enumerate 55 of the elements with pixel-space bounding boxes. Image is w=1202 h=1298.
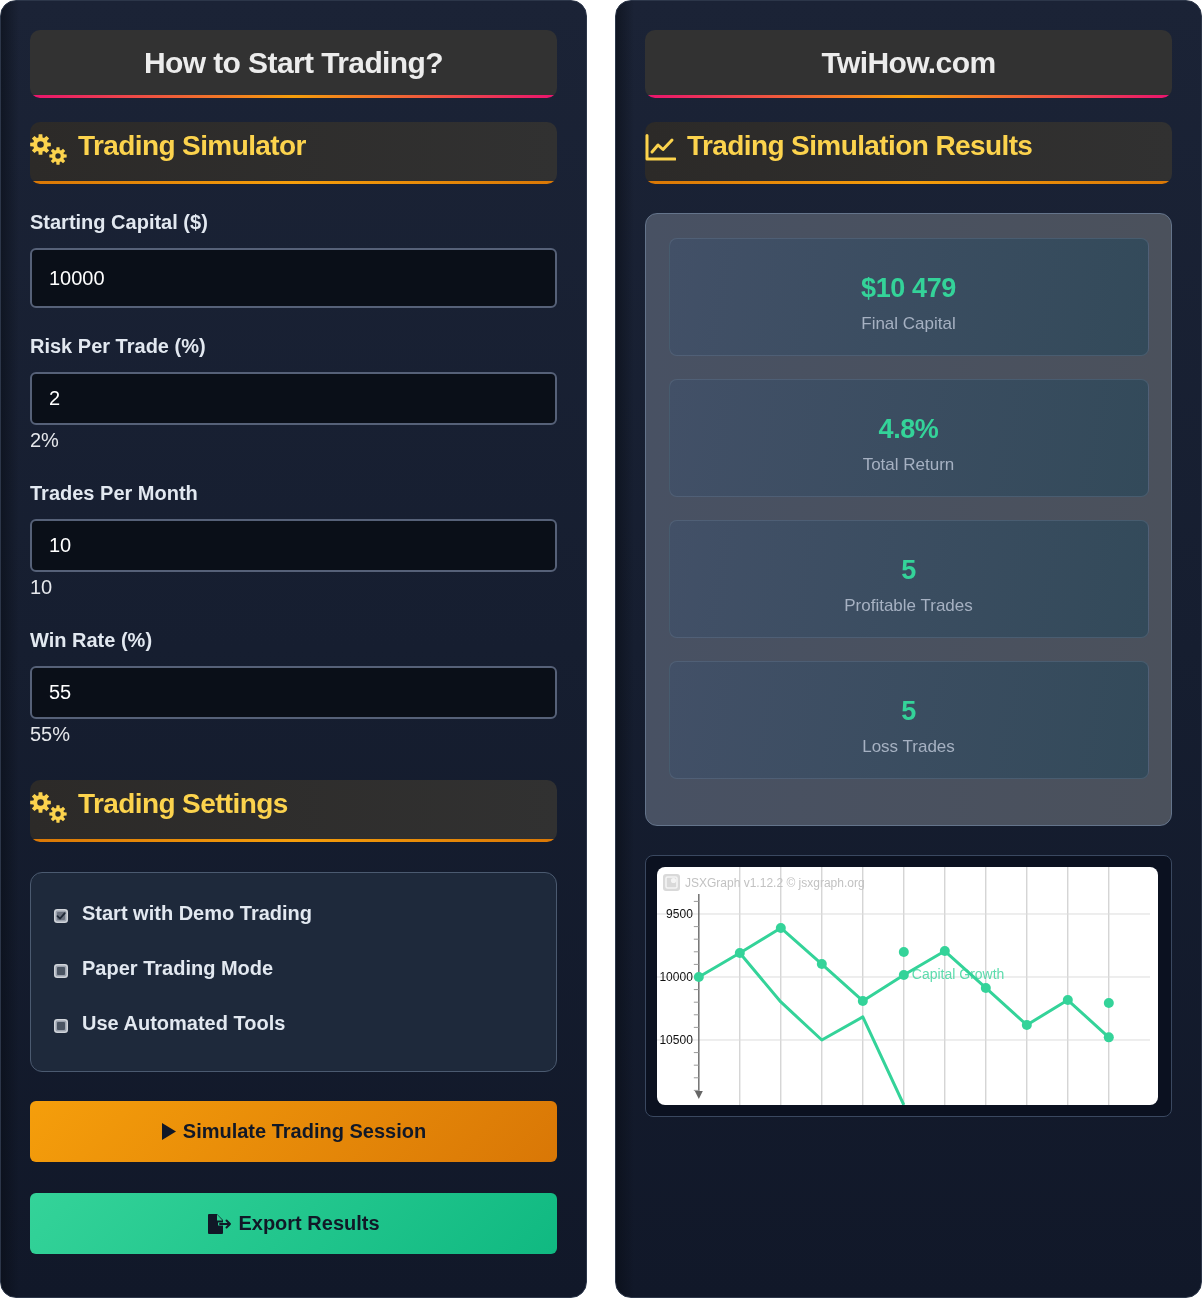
stat-value: $10 479 xyxy=(861,271,956,304)
stat-label: Loss Trades xyxy=(862,735,955,758)
input-field[interactable]: 55 xyxy=(30,666,557,719)
line-chart-icon xyxy=(645,133,676,161)
data-point xyxy=(1062,995,1073,1006)
data-point xyxy=(775,923,786,933)
section-title: Trading Simulation Results xyxy=(687,130,1033,162)
data-point xyxy=(939,946,950,957)
data-point xyxy=(980,982,991,993)
file-arrow-icon xyxy=(207,1212,233,1235)
field-label: Starting Capital ($) xyxy=(30,210,208,234)
site-title: TwiHow.com xyxy=(821,45,996,80)
option-label: Start with Demo Trading xyxy=(82,901,313,925)
input-field[interactable]: 10 xyxy=(30,519,557,572)
data-point xyxy=(1103,997,1114,1008)
stat-value: 4.8% xyxy=(878,412,939,445)
data-point xyxy=(898,947,909,958)
data-point xyxy=(857,995,868,1006)
checkbox[interactable] xyxy=(54,1018,68,1033)
axis-label: 10500 xyxy=(659,1033,693,1048)
value-reading: 55% xyxy=(30,723,71,745)
value-reading: 10 xyxy=(30,576,53,598)
data-point xyxy=(1021,1020,1032,1030)
data-point xyxy=(693,972,704,982)
axis-label: 10000 xyxy=(659,970,693,985)
input-field[interactable]: 2 xyxy=(30,372,557,425)
section-title: Trading Simulator xyxy=(78,130,306,162)
stat-value: 5 xyxy=(901,694,916,727)
logo-icon xyxy=(663,874,680,891)
option-label: Paper Trading Mode xyxy=(82,956,274,980)
export-button[interactable]: Export Results xyxy=(30,1193,557,1254)
gears-icon xyxy=(30,133,67,165)
axis-label: 9500 xyxy=(666,907,693,922)
stat-label: Total Return xyxy=(862,453,955,476)
field-label: Trades Per Month xyxy=(30,481,198,505)
play-icon xyxy=(160,1122,177,1141)
input-field[interactable]: 10000 xyxy=(30,248,557,308)
option-label: Use Automated Tools xyxy=(82,1011,286,1035)
field-label: Risk Per Trade (%) xyxy=(30,334,206,358)
data-point xyxy=(898,970,909,980)
gears-icon xyxy=(30,791,67,823)
page-title: How to Start Trading? xyxy=(143,45,444,80)
stat-value: 5 xyxy=(901,553,916,586)
simulate-button[interactable]: Simulate Trading Session xyxy=(30,1101,557,1162)
field-label: Win Rate (%) xyxy=(30,628,153,652)
stat-label: Profitable Trades xyxy=(844,594,973,617)
data-point xyxy=(1103,1032,1114,1043)
checkbox[interactable] xyxy=(54,963,68,978)
data-point xyxy=(816,959,827,969)
section-title: Trading Settings xyxy=(78,788,288,820)
credit-text: JSXGraph v1.12.2 © jsxgraph.org xyxy=(685,876,865,890)
checkbox[interactable] xyxy=(54,908,68,923)
value-reading: 2% xyxy=(30,429,59,451)
stat-label: Final Capital xyxy=(861,312,956,335)
data-point xyxy=(734,948,745,959)
